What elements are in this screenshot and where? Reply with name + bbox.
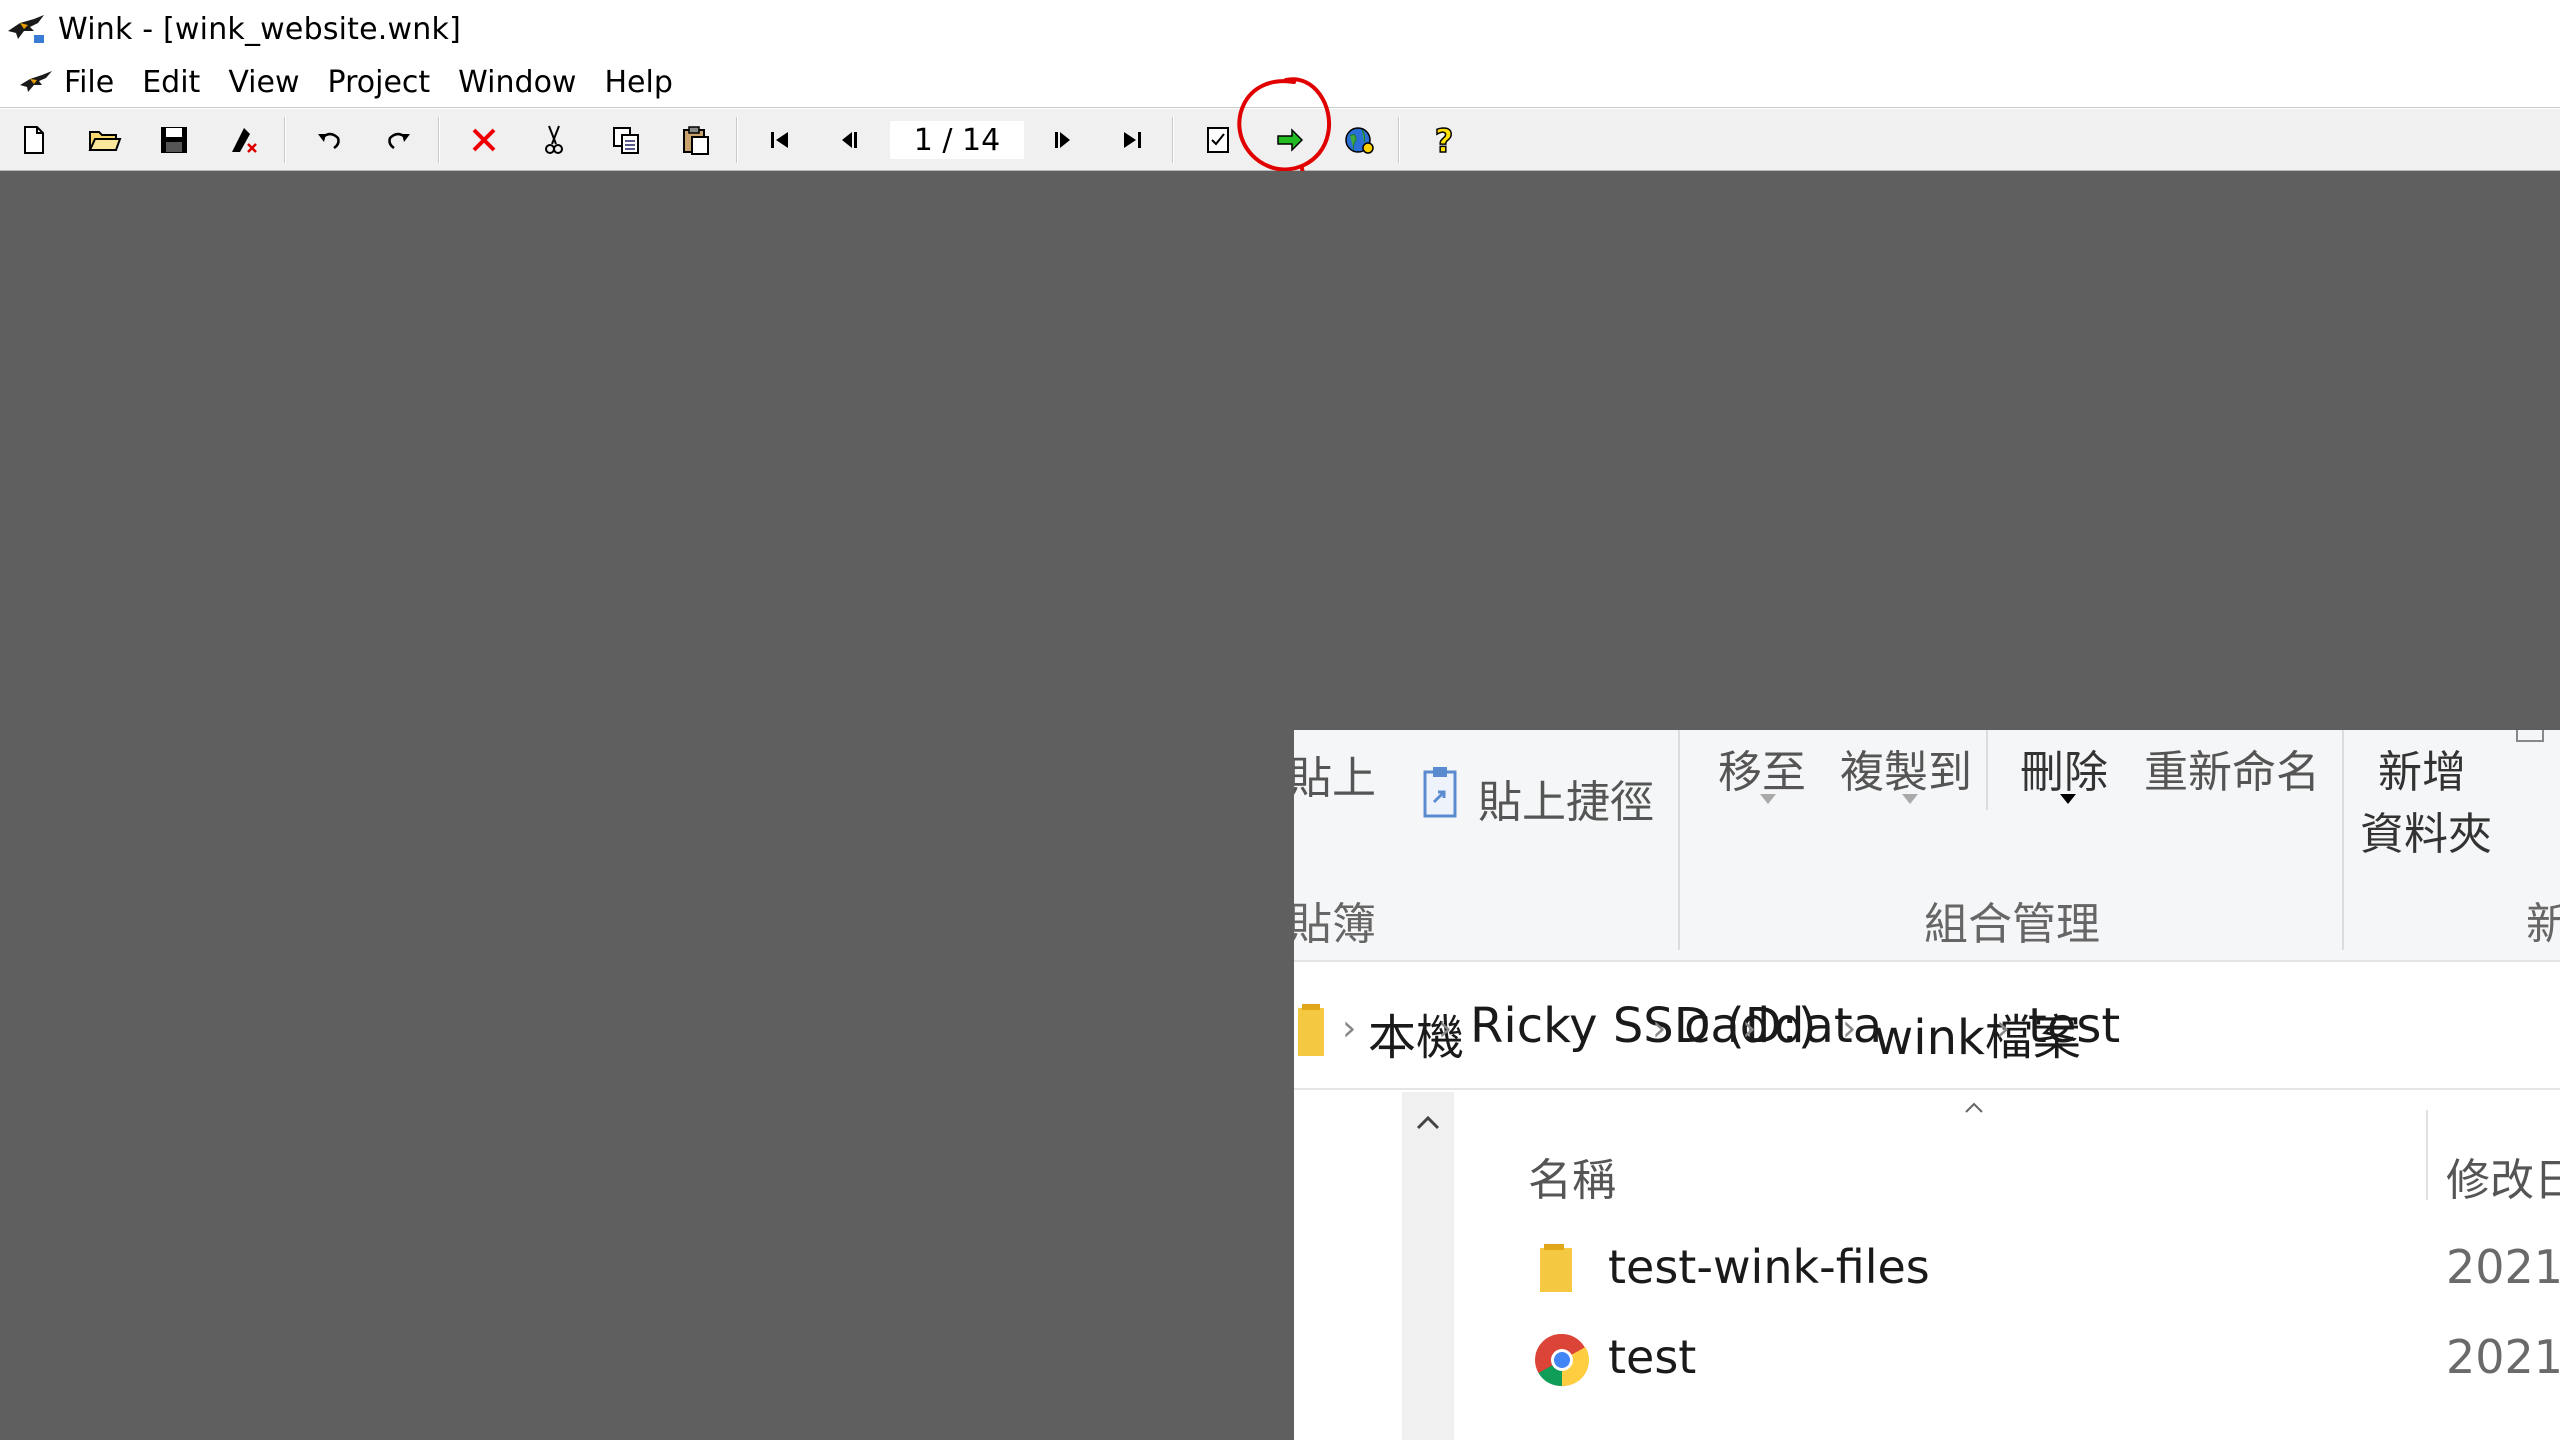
redo-icon[interactable] (376, 119, 420, 161)
previous-frame-icon[interactable] (828, 119, 872, 161)
folder-icon (1540, 1242, 1576, 1294)
ribbon-separator (1986, 730, 1988, 810)
breadcrumb-data[interactable]: data (1774, 998, 1882, 1054)
ribbon-group-clipboard: 貼簿 (1294, 899, 1376, 950)
ribbon-separator (1678, 730, 1680, 950)
menu-help[interactable]: Help (590, 58, 686, 108)
chevron-right-icon: › (1342, 1008, 1357, 1049)
frame-counter[interactable]: 1 / 14 (890, 121, 1024, 159)
toolbar-separator (284, 117, 286, 163)
ribbon-paste: 貼上 (1294, 753, 1376, 804)
menu-view[interactable]: View (214, 58, 313, 108)
new-file-icon[interactable] (12, 119, 56, 161)
ribbon-new-folder-line2: 資料夾 (2360, 809, 2492, 860)
toolbar-separator (1398, 117, 1400, 163)
last-frame-icon[interactable] (1110, 119, 1154, 161)
ribbon-group-organize: 組合管理 (1924, 899, 2100, 950)
explorer-screenshot: 貼上 貼上捷徑 移至 複製到 刪除 重新命名 新增 資料夾 貼簿 組合管理 新 … (1294, 730, 2560, 1440)
ribbon-paste-shortcut: 貼上捷徑 (1478, 777, 1654, 828)
menu-project[interactable]: Project (314, 58, 445, 108)
paste-icon[interactable] (674, 119, 718, 161)
toolbar-separator (438, 117, 440, 163)
svg-text:?: ? (1435, 122, 1454, 158)
menu-edit[interactable]: Edit (128, 58, 214, 108)
folder-icon (1298, 1002, 1328, 1058)
cut-icon[interactable] (532, 119, 576, 161)
column-divider (2426, 1110, 2428, 1200)
window-title: Wink - [wink_website.wnk] (58, 11, 461, 47)
ribbon-rename: 重新命名 (2144, 747, 2320, 798)
menu-file[interactable]: File (56, 58, 128, 108)
ribbon-delete: 刪除 (2020, 747, 2108, 798)
ribbon-move-to: 移至 (1718, 747, 1806, 798)
sort-ascending-icon (1965, 1102, 1983, 1113)
chevron-right-icon: › (1996, 1008, 2011, 1049)
ribbon-separator (2342, 730, 2344, 950)
next-frame-icon[interactable] (1040, 119, 1084, 161)
file-row-date: 2021/ (2446, 1330, 2560, 1384)
ribbon-copy-to: 複製到 (1840, 747, 1972, 798)
help-icon[interactable]: ? (1422, 119, 1466, 161)
scroll-up-icon[interactable] (1402, 1102, 1454, 1142)
file-row-name[interactable]: test (1608, 1330, 1696, 1384)
web-globe-icon[interactable] (1338, 119, 1382, 161)
chevron-right-icon: › (1842, 1008, 1857, 1049)
ribbon-new-folder-line1: 新增 (2378, 747, 2466, 798)
title-bar: Wink - [wink_website.wnk] (0, 0, 2560, 58)
undo-icon[interactable] (308, 119, 352, 161)
first-frame-icon[interactable] (758, 119, 802, 161)
file-row-name[interactable]: test-wink-files (1608, 1240, 1930, 1294)
save-icon[interactable] (152, 119, 196, 161)
column-header-modified[interactable]: 修改日 (2446, 1144, 2560, 1208)
toolbar-separator (1172, 117, 1174, 163)
wink-app-icon (4, 9, 48, 49)
chrome-icon (1534, 1332, 1590, 1388)
ribbon-corner-box (2516, 730, 2544, 742)
open-folder-icon[interactable] (82, 119, 126, 161)
delete-caret (2060, 794, 2076, 804)
explorer-ribbon: 貼上 貼上捷徑 移至 複製到 刪除 重新命名 新增 資料夾 貼簿 組合管理 新 (1294, 730, 2560, 962)
copy-icon[interactable] (604, 119, 648, 161)
copy-to-caret (1902, 794, 1918, 804)
breadcrumb-test[interactable]: test (2028, 998, 2120, 1054)
ribbon-group-new: 新 (2526, 899, 2560, 950)
chevron-right-icon: › (1438, 1008, 1453, 1049)
menu-window[interactable]: Window (444, 58, 590, 108)
chevron-right-icon: › (1652, 1008, 1667, 1049)
file-list: 名稱 修改日 test-wink-files 2021/ test 2021/ (1294, 1092, 2560, 1440)
paste-shortcut-icon (1422, 764, 1458, 818)
breadcrumb-cad[interactable]: cad (1684, 998, 1770, 1054)
file-row-date: 2021/ (2446, 1240, 2560, 1294)
toolbar-separator (736, 117, 738, 163)
chevron-right-icon: › (1742, 1008, 1757, 1049)
render-icon[interactable] (222, 119, 266, 161)
move-to-caret (1760, 794, 1776, 804)
nav-pane-scrollbar[interactable] (1402, 1092, 1454, 1440)
wink-menu-icon[interactable] (16, 65, 56, 101)
column-header-name[interactable]: 名稱 (1528, 1144, 1616, 1208)
address-bar[interactable]: › 本機 › Ricky SSD (D:) › cad › data › win… (1294, 980, 2560, 1090)
delete-icon[interactable] (462, 119, 506, 161)
